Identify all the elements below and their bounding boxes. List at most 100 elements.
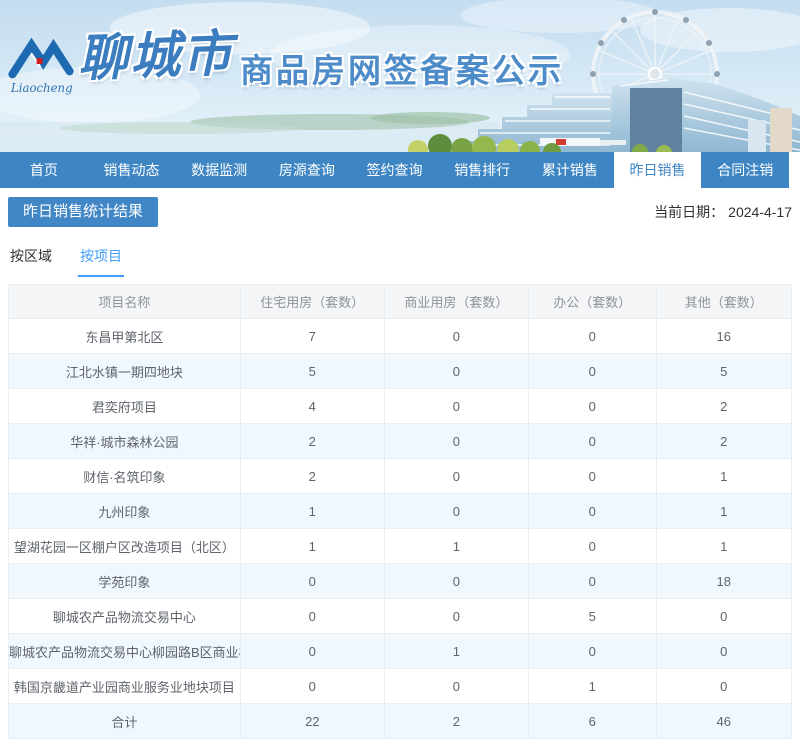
nav-item-0[interactable]: 首页 xyxy=(0,152,88,188)
value-cell: 2 xyxy=(239,423,385,459)
value-cell: 0 xyxy=(383,423,529,459)
value-cell: 0 xyxy=(655,598,793,634)
project-name-cell: 九州印象 xyxy=(8,493,241,529)
nav-item-6[interactable]: 累计销售 xyxy=(526,152,614,188)
value-cell: 1 xyxy=(655,458,793,494)
value-cell: 0 xyxy=(527,563,657,599)
nav-item-2[interactable]: 数据监测 xyxy=(175,152,264,188)
value-cell: 0 xyxy=(383,493,529,529)
current-date-value: 2024-4-17 xyxy=(728,204,792,220)
site-title: 商品房网签备案公示 xyxy=(240,52,564,89)
table-row: 华祥·城市森林公园 2 0 0 2 xyxy=(8,423,793,459)
project-name-cell: 华祥·城市森林公园 xyxy=(8,423,241,459)
project-name-cell: 学苑印象 xyxy=(8,563,241,599)
column-header-3: 办公（套数） xyxy=(527,284,657,319)
value-cell: 4 xyxy=(239,388,385,424)
table-row: 聊城农产品物流交易中心 0 0 5 0 xyxy=(8,598,793,634)
value-cell: 0 xyxy=(239,598,385,634)
table-total-row: 合计 22 2 6 46 xyxy=(8,703,793,739)
project-name-cell: 合计 xyxy=(8,703,241,739)
section-header: 昨日销售统计结果 当前日期： 2024-4-17 xyxy=(8,197,792,227)
project-name-cell: 东昌甲第北区 xyxy=(8,318,241,354)
value-cell: 0 xyxy=(527,458,657,494)
value-cell: 0 xyxy=(655,633,793,669)
nav-bar: 首页 销售动态 数据监测 房源查询 签约查询 销售排行 累计销售 昨日销售 合同注销 xyxy=(0,152,790,188)
value-cell: 0 xyxy=(527,318,657,354)
project-name-cell: 聊城农产品物流交易中心柳园路B区商业楼 xyxy=(8,633,241,669)
value-cell: 7 xyxy=(239,318,385,354)
main-content: 昨日销售统计结果 当前日期： 2024-4-17 按区域 按项目 项目名称 住宅用房（… xyxy=(0,197,800,739)
current-date-label: 当前日期： xyxy=(654,204,725,220)
value-cell: 5 xyxy=(655,353,793,389)
value-cell: 2 xyxy=(655,388,793,424)
value-cell: 1 xyxy=(239,493,385,529)
value-cell: 0 xyxy=(527,633,657,669)
value-cell: 5 xyxy=(527,598,657,634)
value-cell: 0 xyxy=(527,388,657,424)
project-name-cell: 君奕府项目 xyxy=(8,388,241,424)
value-cell: 1 xyxy=(655,528,793,564)
table-header-row: 项目名称 住宅用房（套数） 商业用房（套数） 办公（套数） 其他（套数） xyxy=(8,284,793,319)
table-row: 财信·名筑印象 2 0 0 1 xyxy=(8,458,793,494)
value-cell: 0 xyxy=(239,633,385,669)
table-row: 东昌甲第北区 7 0 0 16 xyxy=(8,318,793,354)
value-cell: 18 xyxy=(655,563,793,599)
value-cell: 0 xyxy=(527,353,657,389)
table-row: 九州印象 1 0 0 1 xyxy=(8,493,793,529)
project-name-cell: 财信·名筑印象 xyxy=(8,458,241,494)
value-cell: 0 xyxy=(527,493,657,529)
value-cell: 6 xyxy=(527,703,657,739)
tab-0[interactable]: 按区域 xyxy=(8,240,54,277)
nav-item-1[interactable]: 销售动态 xyxy=(87,152,176,188)
value-cell: 2 xyxy=(655,423,793,459)
value-cell: 0 xyxy=(383,563,529,599)
brand: Liaocheng 聊城市 商品房网签备案公示 xyxy=(8,18,564,100)
section-title-badge: 昨日销售统计结果 xyxy=(8,197,159,227)
value-cell: 0 xyxy=(527,528,657,564)
nav-item-3[interactable]: 房源查询 xyxy=(263,152,351,188)
table-row: 学苑印象 0 0 0 18 xyxy=(8,563,793,599)
nav-item-8[interactable]: 合同注销 xyxy=(701,152,790,188)
value-cell: 0 xyxy=(383,318,529,354)
city-name-calligraphy: 聊城市 xyxy=(77,23,235,88)
value-cell: 46 xyxy=(655,703,793,739)
value-cell: 2 xyxy=(239,458,385,494)
value-cell: 0 xyxy=(383,668,529,704)
project-name-cell: 韩国京畿道产业园商业服务业地块项目 xyxy=(8,668,241,704)
liaocheng-logo-icon: Liaocheng xyxy=(8,37,74,95)
view-tabs: 按区域 按项目 xyxy=(8,240,792,277)
current-date: 当前日期： 2024-4-17 xyxy=(654,202,792,222)
value-cell: 0 xyxy=(527,423,657,459)
project-name-cell: 望湖花园一区棚户区改造项目（北区） xyxy=(8,528,241,564)
value-cell: 0 xyxy=(383,458,529,494)
value-cell: 0 xyxy=(655,668,793,704)
sales-statistics-table: 项目名称 住宅用房（套数） 商业用房（套数） 办公（套数） 其他（套数） 东昌甲第北区 7… xyxy=(8,284,793,739)
value-cell: 1 xyxy=(239,528,385,564)
nav-item-4[interactable]: 签约查询 xyxy=(350,152,439,188)
site-header: Liaocheng 聊城市 商品房网签备案公示 xyxy=(0,0,800,152)
value-cell: 1 xyxy=(383,633,529,669)
column-header-0: 项目名称 xyxy=(8,284,241,319)
value-cell: 1 xyxy=(527,668,657,704)
value-cell: 0 xyxy=(239,563,385,599)
value-cell: 1 xyxy=(655,493,793,529)
value-cell: 0 xyxy=(383,388,529,424)
table-row: 聊城农产品物流交易中心柳园路B区商业楼 0 1 0 0 xyxy=(8,633,793,669)
nav-item-5[interactable]: 销售排行 xyxy=(438,152,527,188)
value-cell: 5 xyxy=(239,353,385,389)
table-row: 望湖花园一区棚户区改造项目（北区） 1 1 0 1 xyxy=(8,528,793,564)
tab-1[interactable]: 按项目 xyxy=(78,240,124,277)
main-navigation: 首页 销售动态 数据监测 房源查询 签约查询 销售排行 累计销售 昨日销售 合同注销 xyxy=(0,152,800,188)
nav-item-7[interactable]: 昨日销售 xyxy=(613,152,702,188)
svg-text:Liaocheng: Liaocheng xyxy=(10,81,73,95)
value-cell: 1 xyxy=(383,528,529,564)
column-header-1: 住宅用房（套数） xyxy=(239,284,385,319)
project-name-cell: 江北水镇一期四地块 xyxy=(8,353,241,389)
table-row: 江北水镇一期四地块 5 0 0 5 xyxy=(8,353,793,389)
column-header-4: 其他（套数） xyxy=(655,284,793,319)
table-row: 韩国京畿道产业园商业服务业地块项目 0 0 1 0 xyxy=(8,668,793,704)
value-cell: 2 xyxy=(383,703,529,739)
project-name-cell: 聊城农产品物流交易中心 xyxy=(8,598,241,634)
column-header-2: 商业用房（套数） xyxy=(383,284,529,319)
value-cell: 0 xyxy=(383,353,529,389)
